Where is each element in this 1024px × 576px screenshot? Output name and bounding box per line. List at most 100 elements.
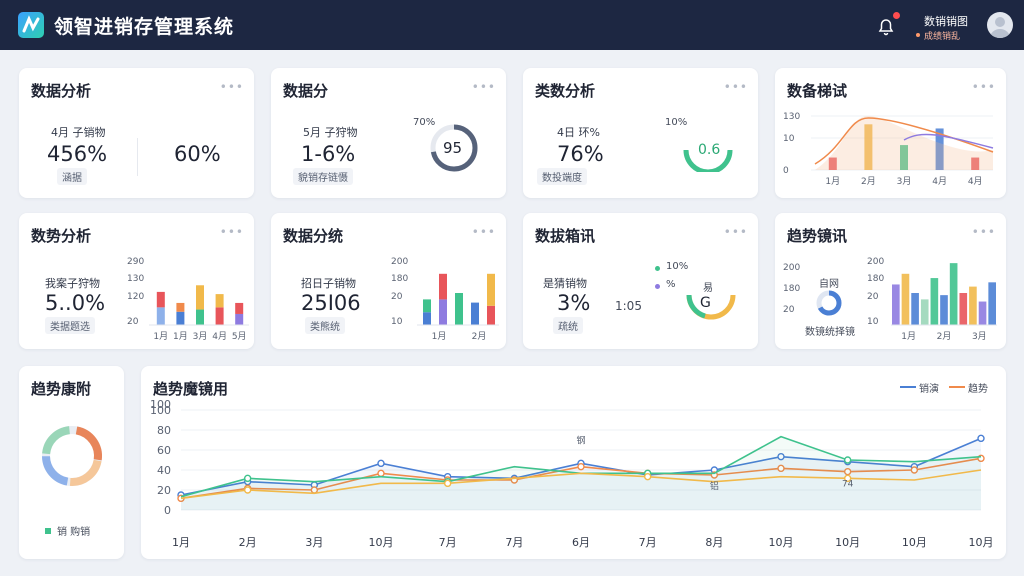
y-tick-label: 0 <box>164 504 171 517</box>
card-data-push: 数拔箱讯 ••• 是猜销物 3% 疏统 1:05 10% % 易 G <box>523 213 758 349</box>
x-tick-label: 1月 <box>153 331 168 342</box>
kpi-label: 招日子销物 <box>301 277 356 290</box>
x-tick-label: 1月 <box>173 331 188 342</box>
x-tick-label: 3月 <box>193 331 208 342</box>
more-icon[interactable]: ••• <box>472 80 496 94</box>
kpi-label: 5月 子狩物 <box>303 126 358 139</box>
x-tick-label: 2月 <box>861 176 876 187</box>
x-tick-label: 7月 <box>439 536 457 549</box>
stacked-bar-chart: 200 180 20 10 1月 2月 <box>391 257 499 342</box>
x-tick-label: 3月 <box>972 331 987 342</box>
bar-segment <box>176 302 185 312</box>
stacked-bar-chart: 290 130 120 20 1月 1月 3月 4月 5月 <box>127 257 249 342</box>
legend-label: 销演 <box>919 384 939 395</box>
x-tick-label: 6月 <box>572 536 590 549</box>
card-title: 数据分析 <box>31 82 92 100</box>
bar <box>978 301 987 325</box>
y-tick-label: 290 <box>127 257 144 267</box>
bar <box>988 282 996 325</box>
bar-segment <box>215 294 224 308</box>
legend-label: % <box>666 279 676 290</box>
data-point <box>643 472 652 481</box>
x-tick-label: 1月 <box>432 331 447 342</box>
card-trend-mirror: 趋势镜讯 ••• 200 180 20 自网 数镜统择镜 200 180 20 10 1… <box>775 213 1006 349</box>
bar-segment <box>215 307 224 325</box>
card-category-analysis: 类数分析 ••• 4日 环% 76% 数投端度 10% 0.6 <box>523 68 758 198</box>
x-tick-label: 1月 <box>172 536 190 549</box>
data-point <box>577 462 585 471</box>
x-tick-label: 4月 <box>932 176 947 187</box>
y-tick-label: 20 <box>391 292 403 302</box>
data-point <box>377 459 385 468</box>
legend-dot <box>655 266 660 271</box>
data-point <box>243 486 252 494</box>
data-point <box>977 434 985 443</box>
more-icon[interactable]: ••• <box>972 80 996 94</box>
donut-label: 自网 <box>819 279 839 290</box>
bar-segment <box>439 273 447 300</box>
more-icon[interactable]: ••• <box>220 80 244 94</box>
legend-label: 10% <box>666 261 689 272</box>
donut-chart <box>42 426 102 486</box>
bar <box>930 278 939 325</box>
user-name[interactable]: 数销销图 <box>924 13 968 29</box>
y-tick-label: 120 <box>127 292 144 302</box>
x-tick-label: 10月 <box>902 536 927 549</box>
annotation-label: 钢 <box>576 434 585 446</box>
bar-segment <box>176 311 185 325</box>
legend-label: 销 购销 <box>57 527 91 538</box>
annotation-label: 74 <box>842 480 854 490</box>
bar <box>940 295 948 325</box>
y-tick-label: 20 <box>157 484 171 497</box>
bar <box>959 293 968 325</box>
card-title: 数据分统 <box>283 227 344 245</box>
bar-segment <box>196 309 204 325</box>
card-data-stats: 数据分统 ••• 招日子销物 25I06 类熊统 200 180 20 10 1月 2月 <box>271 213 506 349</box>
y-tick-label: 180 <box>391 274 408 284</box>
bar-segment <box>439 299 447 325</box>
y-tick-label: 130 <box>127 274 144 284</box>
card-data-ratio: 数据分 ••• 5月 子狩物 1-6% 貌销存链慑 70% 95 <box>271 68 506 198</box>
y-tick-label: 10 <box>391 317 403 327</box>
y-tick-label: 80 <box>157 424 171 437</box>
more-icon[interactable]: ••• <box>472 225 496 239</box>
bar-segment <box>156 291 165 308</box>
y-axis-ticks: 200 180 20 <box>783 263 801 315</box>
divider <box>137 138 138 176</box>
kpi-value: 76% <box>557 142 604 166</box>
kpi-badge: 类据题选 <box>45 317 95 334</box>
gauge-value: G <box>700 295 711 311</box>
bar-segment <box>235 313 244 325</box>
y-tick-label: 60 <box>157 444 171 457</box>
more-icon[interactable]: ••• <box>972 225 996 239</box>
bar <box>920 299 929 325</box>
x-tick-label: 7月 <box>639 536 657 549</box>
bar <box>901 273 910 325</box>
app-title: 领智进销存管理系统 <box>54 16 235 38</box>
legend-dot <box>655 284 660 289</box>
more-icon[interactable]: ••• <box>724 80 748 94</box>
card-title: 趋势镜讯 <box>787 227 848 245</box>
x-tick-label: 10月 <box>969 536 994 549</box>
annotation-label: 铝 <box>710 480 719 492</box>
notification-dot <box>893 12 900 19</box>
status-dot <box>916 33 920 37</box>
card-title: 数拔箱讯 <box>535 227 596 245</box>
x-tick-label: 10月 <box>835 536 860 549</box>
x-tick-label: 2月 <box>472 331 487 342</box>
kpi-badge: 类熊统 <box>305 317 345 334</box>
y-tick-label: 20 <box>127 317 139 327</box>
kpi-label: 4月 子销物 <box>51 126 106 139</box>
card-title: 趋势康附 <box>31 380 92 398</box>
avatar[interactable] <box>987 12 1013 38</box>
more-icon[interactable]: ••• <box>724 225 748 239</box>
kpi-badge: 涵据 <box>57 168 87 185</box>
card-title: 数备梯试 <box>787 82 848 100</box>
y-tick-label: 10 <box>783 134 795 144</box>
bar-segment <box>487 273 495 306</box>
x-tick-label: 7月 <box>505 536 523 549</box>
kpi-value: 456% <box>47 142 108 166</box>
more-icon[interactable]: ••• <box>220 225 244 239</box>
data-point <box>843 456 852 464</box>
bar <box>911 293 919 325</box>
